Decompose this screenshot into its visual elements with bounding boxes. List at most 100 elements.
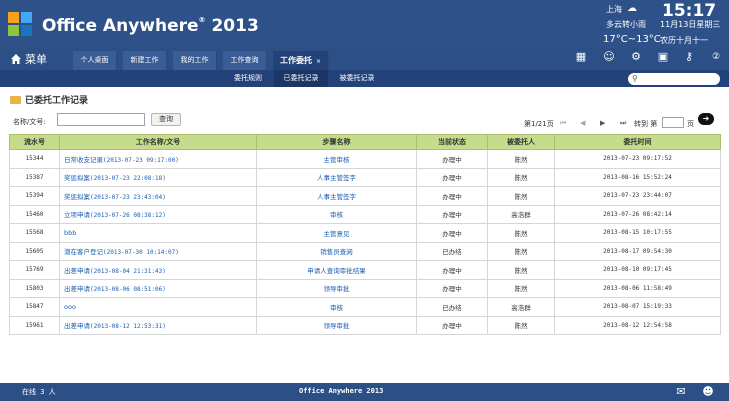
layout-icon[interactable]: ▦ (574, 50, 588, 64)
cell-person: 高浩群 (487, 297, 555, 317)
tab-personal-desktop[interactable]: 个人桌面 (73, 51, 117, 70)
work-name-link[interactable]: 出差申请 (64, 322, 90, 330)
cell-id: 15769 (9, 260, 60, 280)
go-arrow-icon[interactable]: ➜ (698, 113, 714, 125)
cell-status: 办理中 (416, 260, 488, 280)
step-link[interactable]: 领导审批 (324, 322, 350, 330)
cell-status: 办理中 (416, 149, 488, 169)
status-text: 办理中 (442, 266, 462, 275)
cell-status: 办理中 (416, 223, 488, 243)
gear-icon[interactable]: ⚙ (629, 50, 643, 64)
col-header-person[interactable]: 被委托人 (487, 134, 555, 150)
goto-label: 转到 第 (634, 120, 658, 128)
work-name-link[interactable]: 奖惩拟案 (64, 174, 90, 182)
row-id: 15847 (25, 303, 44, 311)
step-link[interactable]: 主管审核 (324, 156, 350, 164)
delegate-name: 高浩群 (511, 303, 531, 312)
step-link[interactable]: 审核 (330, 304, 343, 312)
close-icon[interactable]: × (316, 58, 321, 65)
work-timestamp: (2013-08-04 21:31:43) (90, 267, 166, 275)
cell-name: ooo (59, 297, 257, 317)
cell-time: 2013-08-06 11:58:49 (554, 278, 721, 298)
delegation-time: 2013-07-23 09:17:52 (603, 155, 672, 163)
row-id: 15961 (25, 321, 44, 329)
work-name-link[interactable]: bbb (64, 229, 76, 237)
first-page-icon[interactable]: ⏮ (560, 119, 566, 128)
status-text: 办理中 (442, 155, 462, 164)
name-search-input[interactable] (57, 113, 145, 126)
mail-icon[interactable]: ✉ (674, 385, 688, 399)
col-header-time[interactable]: 委托时间 (554, 134, 721, 150)
table-header-row: 流水号 工作名称/文号 步骤名称 当前状态 被委托人 委托时间 (9, 134, 721, 150)
row-id: 15803 (25, 284, 44, 292)
work-name-link[interactable]: 出差申请 (64, 267, 90, 275)
global-search-input[interactable]: ⚲ (628, 73, 720, 85)
tab-work-delegation[interactable]: 工作委托 × (273, 51, 329, 70)
help-icon[interactable]: ② (709, 50, 723, 64)
cell-step: 人事主管签字 (256, 167, 417, 187)
step-link[interactable]: 审核 (330, 211, 343, 219)
weather-city: 上海 (606, 5, 622, 14)
subtab-delegation-rules[interactable]: 委托规则 (224, 70, 272, 87)
step-link[interactable]: 人事主管签字 (317, 193, 356, 201)
step-link[interactable]: 领导审批 (324, 285, 350, 293)
key-icon[interactable]: ⚷ (682, 50, 696, 64)
cell-id: 15394 (9, 186, 60, 206)
work-name-link[interactable]: ooo (64, 303, 76, 311)
people-icon[interactable]: ☻ (701, 385, 715, 399)
table-row: 15568 bbb 主管意见 办理中 陈然 2013-08-15 10:17:55 (9, 223, 721, 243)
cell-step: 审核 (256, 297, 417, 317)
work-timestamp: (2013-07-30 10:14:07) (103, 249, 179, 257)
home-icon (11, 54, 21, 64)
col-header-id[interactable]: 流水号 (9, 134, 60, 150)
work-name-link[interactable]: 奖惩拟案 (64, 193, 90, 201)
query-button[interactable]: 查询 (151, 113, 181, 126)
work-name-link[interactable]: 日常收支记录 (64, 156, 103, 164)
cell-id: 15344 (9, 149, 60, 169)
col-header-status[interactable]: 当前状态 (416, 134, 488, 150)
online-count[interactable]: 在线 3 人 (22, 387, 56, 397)
row-id: 15387 (25, 173, 44, 181)
cell-step: 领导审批 (256, 315, 417, 335)
tab-work-query[interactable]: 工作查询 (223, 51, 267, 70)
work-name-link[interactable]: 潜在客户登记 (64, 248, 103, 256)
work-name-link[interactable]: 出差申请 (64, 285, 90, 293)
cell-step: 人事主管签字 (256, 186, 417, 206)
prev-page-icon[interactable]: ◀ (580, 119, 585, 127)
nav-row: 菜单 个人桌面 新建工作 我的工作 工作查询 工作委托 × (0, 48, 729, 70)
cell-time: 2013-07-23 23:44:07 (554, 186, 721, 206)
step-link[interactable]: 申请人查询审批结果 (307, 267, 366, 275)
delegate-name: 陈然 (514, 174, 528, 183)
cell-id: 15803 (9, 278, 60, 298)
bag-icon[interactable]: ▣ (656, 50, 670, 64)
page-unit-label: 页 (687, 120, 694, 128)
tab-my-work[interactable]: 我的工作 (173, 51, 217, 70)
page-info: 第1/21页 (524, 120, 554, 128)
row-id: 15605 (25, 247, 44, 255)
cell-name: 立项申请(2013-07-26 08:38:12) (59, 204, 257, 224)
subtab-delegated-records[interactable]: 已委托记录 (274, 70, 328, 87)
row-id: 15394 (25, 192, 44, 200)
search-label: 名称/文号: (13, 118, 46, 126)
work-name-link[interactable]: 立项申请 (64, 211, 90, 219)
cell-person: 陈然 (487, 186, 555, 206)
last-page-icon[interactable]: ⏭ (620, 119, 626, 128)
menu-button[interactable]: 菜单 (10, 51, 47, 67)
table-row: 15605 潜在客户登记(2013-07-30 10:14:07) 销售员查阅 已办结… (9, 241, 721, 261)
cell-name: 奖惩拟案(2013-07-23 23:43:04) (59, 186, 257, 206)
page-number-input[interactable] (662, 117, 684, 128)
cell-time: 2013-07-23 09:17:52 (554, 149, 721, 169)
step-link[interactable]: 销售员查阅 (320, 248, 353, 256)
work-timestamp: (2013-07-26 08:38:12) (90, 212, 166, 220)
cell-time: 2013-08-07 15:19:33 (554, 297, 721, 317)
next-page-icon[interactable]: ▶ (600, 119, 605, 127)
step-link[interactable]: 人事主管签字 (317, 174, 356, 182)
col-header-name[interactable]: 工作名称/文号 (59, 134, 257, 150)
delegate-name: 陈然 (514, 322, 528, 331)
users-icon[interactable]: ☺ (602, 50, 616, 64)
step-link[interactable]: 主管意见 (324, 230, 350, 238)
subtab-received-records[interactable]: 被委托记录 (330, 70, 384, 87)
col-header-step[interactable]: 步骤名称 (256, 134, 417, 150)
tab-new-work[interactable]: 新建工作 (123, 51, 167, 70)
status-text: 办理中 (442, 211, 462, 220)
